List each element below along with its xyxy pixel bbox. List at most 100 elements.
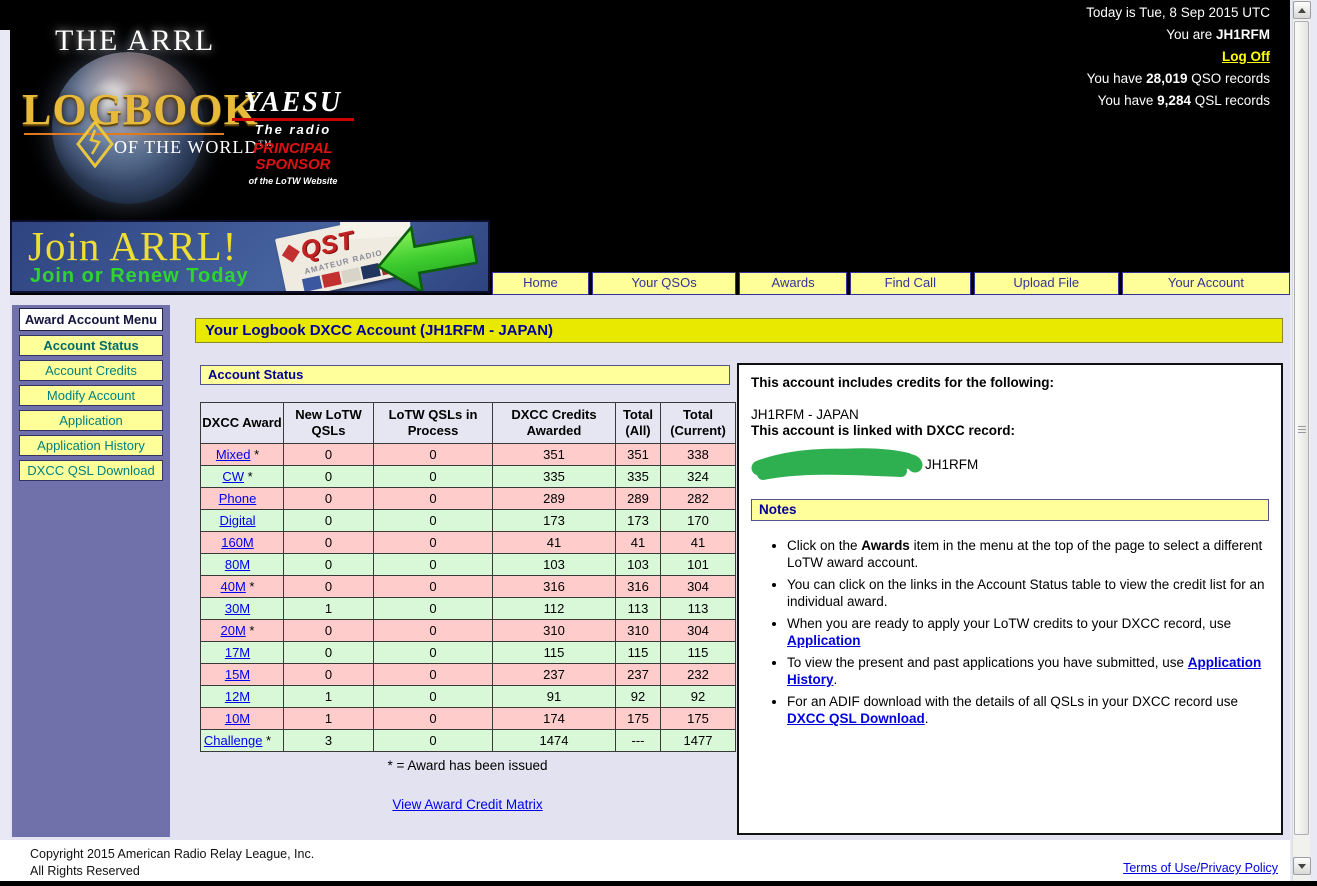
join-arrl-banner[interactable]: Join ARRL! Join or Renew Today QST AMATE… [10, 220, 490, 293]
cell-15m-3: 237 [616, 664, 661, 686]
note-link-dxcc-qsl-download[interactable]: DXCC QSL Download [787, 711, 925, 726]
column-header-total-current: Total (Current) [661, 403, 736, 444]
copyright-text: Copyright 2015 American Radio Relay Leag… [30, 846, 314, 880]
notes-section-header: Notes [751, 499, 1269, 521]
award-link-15m[interactable]: 15M [225, 667, 250, 682]
award-link-digital[interactable]: Digital [219, 513, 255, 528]
award-link-mixed[interactable]: Mixed [216, 447, 251, 462]
award-link-40m[interactable]: 40M [221, 579, 246, 594]
award-issued-star: * [251, 447, 260, 462]
vertical-scrollbar[interactable] [1292, 0, 1310, 881]
cell-phone-0: 0 [284, 488, 374, 510]
you-are-line: You are JH1RFM [1086, 28, 1270, 42]
nav-tab-awards[interactable]: Awards [739, 272, 847, 295]
logo-underline [24, 133, 224, 135]
logo-logbook: LOGBOOK [22, 84, 232, 135]
cell-mixed-0: 0 [284, 444, 374, 466]
scroll-up-button[interactable] [1293, 1, 1311, 19]
linked-callsign: JH1RFM [925, 457, 978, 473]
nav-tab-upload-file[interactable]: Upload File [974, 272, 1119, 295]
note-item-4: To view the present and past application… [787, 654, 1269, 688]
user-callsign: JH1RFM [1216, 27, 1270, 42]
cell-cw-0: 0 [284, 466, 374, 488]
nav-tab-find-call[interactable]: Find Call [850, 272, 971, 295]
sidebar-item-account-status[interactable]: Account Status [19, 335, 163, 356]
award-link-160m[interactable]: 160M [221, 535, 254, 550]
cell-digital-2: 173 [493, 510, 616, 532]
cell-17m-0: 0 [284, 642, 374, 664]
view-award-credit-matrix-link[interactable]: View Award Credit Matrix [392, 797, 542, 812]
award-link-17m[interactable]: 17M [225, 645, 250, 660]
award-link-phone[interactable]: Phone [219, 491, 257, 506]
lotw-website-label: of the LoTW Website [228, 176, 358, 186]
qsl-records-line: You have 9,284 QSL records [1086, 94, 1270, 108]
cell-15m-4: 232 [661, 664, 736, 686]
note-text: . [925, 711, 929, 726]
account-status-section-header: Account Status [200, 365, 730, 385]
cell-mixed-3: 351 [616, 444, 661, 466]
logo-the-arrl: THE ARRL [55, 24, 215, 58]
cell-10m-1: 0 [374, 708, 493, 730]
cell-mixed-2: 351 [493, 444, 616, 466]
nav-tab-your-qsos[interactable]: Your QSOs [592, 272, 736, 295]
table-row-cw: CW *00335335324 [201, 466, 736, 488]
award-link-challenge[interactable]: Challenge [204, 733, 263, 748]
sidebar-item-application[interactable]: Application [19, 410, 163, 431]
page-title: Your Logbook DXCC Account (JH1RFM - JAPA… [195, 318, 1283, 343]
nav-tab-home[interactable]: Home [492, 272, 589, 295]
scroll-down-button[interactable] [1293, 857, 1311, 875]
join-renew-subtitle: Join or Renew Today [30, 265, 249, 288]
cell-digital-4: 170 [661, 510, 736, 532]
cell-80m-2: 103 [493, 554, 616, 576]
cell-12m-0: 1 [284, 686, 374, 708]
award-link-80m[interactable]: 80M [225, 557, 250, 572]
table-row-mixed: Mixed *00351351338 [201, 444, 736, 466]
cell-10m-0: 1 [284, 708, 374, 730]
note-bold-awards: Awards [861, 538, 910, 553]
sidebar-item-modify-account[interactable]: Modify Account [19, 385, 163, 406]
cell-40m-3: 316 [616, 576, 661, 598]
cell-30m-3: 113 [616, 598, 661, 620]
account-callsign-line: JH1RFM - JAPAN [751, 407, 1269, 423]
green-arrow-icon [363, 220, 490, 293]
account-status-table-area: DXCC AwardNew LoTW QSLsLoTW QSLs in Proc… [200, 402, 735, 812]
cell-20m-1: 0 [374, 620, 493, 642]
nav-tab-your-account[interactable]: Your Account [1122, 272, 1290, 295]
cell-cw-2: 335 [493, 466, 616, 488]
award-issued-star: * [246, 579, 255, 594]
award-link-10m[interactable]: 10M [225, 711, 250, 726]
award-link-cw[interactable]: CW [222, 469, 244, 484]
cell-phone-1: 0 [374, 488, 493, 510]
note-text: For an ADIF download with the details of… [787, 694, 1238, 709]
cell-cw-3: 335 [616, 466, 661, 488]
bottom-edge-strip [0, 881, 1317, 886]
cell-phone-2: 289 [493, 488, 616, 510]
cell-40m-1: 0 [374, 576, 493, 598]
award-issued-star: * [262, 733, 271, 748]
main-content: Award Account Menu Account StatusAccount… [10, 295, 1290, 840]
award-link-12m[interactable]: 12M [225, 689, 250, 704]
award-link-20m[interactable]: 20M [221, 623, 246, 638]
qsl-count: 9,284 [1157, 93, 1191, 108]
cell-12m-2: 91 [493, 686, 616, 708]
terms-privacy-link[interactable]: Terms of Use/Privacy Policy [1123, 861, 1278, 875]
cell-10m-3: 175 [616, 708, 661, 730]
log-off-link[interactable]: Log Off [1222, 49, 1270, 64]
user-info-block: Today is Tue, 8 Sep 2015 UTC You are JH1… [1086, 6, 1270, 116]
table-row-17m: 17M00115115115 [201, 642, 736, 664]
cell-80m-3: 103 [616, 554, 661, 576]
table-row-20m: 20M *00310310304 [201, 620, 736, 642]
note-item-2: You can click on the links in the Accoun… [787, 576, 1269, 610]
cell-80m-1: 0 [374, 554, 493, 576]
sidebar-item-application-history[interactable]: Application History [19, 435, 163, 456]
note-link-application[interactable]: Application [787, 633, 861, 648]
award-issued-star: * [246, 623, 255, 638]
sidebar-item-account-credits[interactable]: Account Credits [19, 360, 163, 381]
sidebar-item-dxcc-qsl-download[interactable]: DXCC QSL Download [19, 460, 163, 481]
scrollbar-thumb[interactable] [1294, 21, 1309, 835]
table-row-challenge: Challenge *301474---1477 [201, 730, 736, 752]
award-link-30m[interactable]: 30M [225, 601, 250, 616]
qso-records-line: You have 28,019 QSO records [1086, 72, 1270, 86]
column-header-new-lotw-qsls: New LoTW QSLs [284, 403, 374, 444]
cell-cw-4: 324 [661, 466, 736, 488]
